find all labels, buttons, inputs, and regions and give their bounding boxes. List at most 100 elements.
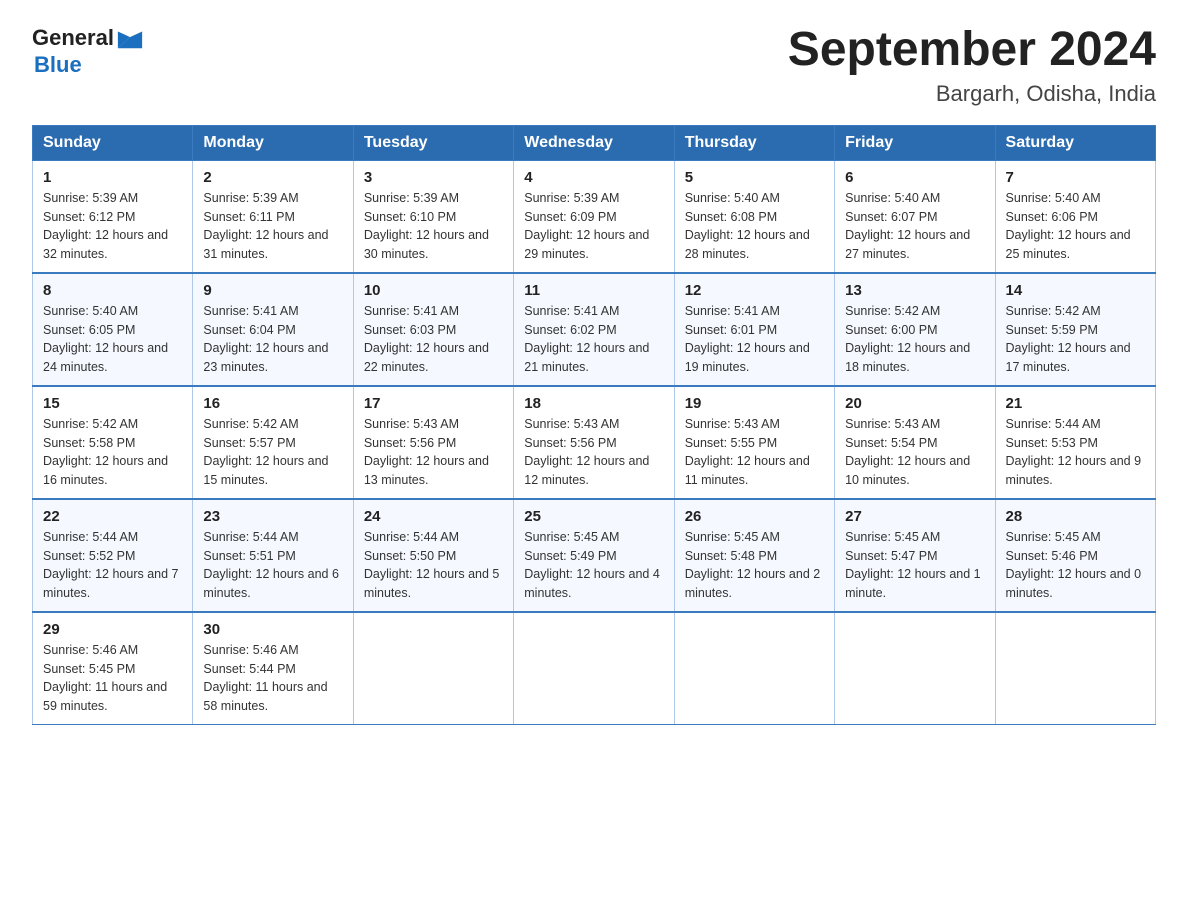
day-info: Sunrise: 5:39 AMSunset: 6:10 PMDaylight:… <box>364 189 503 264</box>
day-cell: 17 Sunrise: 5:43 AMSunset: 5:56 PMDaylig… <box>353 386 513 499</box>
day-cell: 24 Sunrise: 5:44 AMSunset: 5:50 PMDaylig… <box>353 499 513 612</box>
day-number: 27 <box>845 508 984 525</box>
logo-blue-text: Blue <box>34 52 82 77</box>
day-cell: 5 Sunrise: 5:40 AMSunset: 6:08 PMDayligh… <box>674 160 834 273</box>
day-number: 26 <box>685 508 824 525</box>
day-info: Sunrise: 5:39 AMSunset: 6:09 PMDaylight:… <box>524 189 663 264</box>
calendar-subtitle: Bargarh, Odisha, India <box>788 81 1156 107</box>
day-number: 5 <box>685 169 824 186</box>
day-cell: 28 Sunrise: 5:45 AMSunset: 5:46 PMDaylig… <box>995 499 1155 612</box>
day-number: 23 <box>203 508 342 525</box>
day-number: 18 <box>524 395 663 412</box>
day-cell <box>674 612 834 725</box>
day-number: 20 <box>845 395 984 412</box>
day-info: Sunrise: 5:41 AMSunset: 6:02 PMDaylight:… <box>524 302 663 377</box>
day-number: 12 <box>685 282 824 299</box>
day-cell <box>514 612 674 725</box>
day-cell: 16 Sunrise: 5:42 AMSunset: 5:57 PMDaylig… <box>193 386 353 499</box>
day-number: 3 <box>364 169 503 186</box>
day-cell: 7 Sunrise: 5:40 AMSunset: 6:06 PMDayligh… <box>995 160 1155 273</box>
day-cell: 19 Sunrise: 5:43 AMSunset: 5:55 PMDaylig… <box>674 386 834 499</box>
logo: General Blue <box>32 24 144 78</box>
day-info: Sunrise: 5:43 AMSunset: 5:56 PMDaylight:… <box>364 415 503 490</box>
day-cell: 23 Sunrise: 5:44 AMSunset: 5:51 PMDaylig… <box>193 499 353 612</box>
day-number: 9 <box>203 282 342 299</box>
day-number: 2 <box>203 169 342 186</box>
day-info: Sunrise: 5:40 AMSunset: 6:06 PMDaylight:… <box>1006 189 1145 264</box>
day-number: 6 <box>845 169 984 186</box>
calendar-table: Sunday Monday Tuesday Wednesday Thursday… <box>32 125 1156 725</box>
day-info: Sunrise: 5:44 AMSunset: 5:52 PMDaylight:… <box>43 528 182 603</box>
logo-general-text: General <box>32 25 114 51</box>
day-info: Sunrise: 5:41 AMSunset: 6:01 PMDaylight:… <box>685 302 824 377</box>
day-info: Sunrise: 5:44 AMSunset: 5:53 PMDaylight:… <box>1006 415 1145 490</box>
day-info: Sunrise: 5:42 AMSunset: 5:57 PMDaylight:… <box>203 415 342 490</box>
day-cell: 18 Sunrise: 5:43 AMSunset: 5:56 PMDaylig… <box>514 386 674 499</box>
day-number: 17 <box>364 395 503 412</box>
day-cell: 13 Sunrise: 5:42 AMSunset: 6:00 PMDaylig… <box>835 273 995 386</box>
day-cell: 20 Sunrise: 5:43 AMSunset: 5:54 PMDaylig… <box>835 386 995 499</box>
day-number: 7 <box>1006 169 1145 186</box>
day-number: 21 <box>1006 395 1145 412</box>
col-sunday: Sunday <box>33 125 193 160</box>
day-cell: 21 Sunrise: 5:44 AMSunset: 5:53 PMDaylig… <box>995 386 1155 499</box>
day-info: Sunrise: 5:45 AMSunset: 5:46 PMDaylight:… <box>1006 528 1145 603</box>
day-number: 16 <box>203 395 342 412</box>
col-tuesday: Tuesday <box>353 125 513 160</box>
week-row-1: 1 Sunrise: 5:39 AMSunset: 6:12 PMDayligh… <box>33 160 1156 273</box>
day-number: 22 <box>43 508 182 525</box>
day-cell: 6 Sunrise: 5:40 AMSunset: 6:07 PMDayligh… <box>835 160 995 273</box>
day-number: 8 <box>43 282 182 299</box>
day-info: Sunrise: 5:39 AMSunset: 6:11 PMDaylight:… <box>203 189 342 264</box>
calendar-title: September 2024 <box>788 24 1156 77</box>
day-cell: 25 Sunrise: 5:45 AMSunset: 5:49 PMDaylig… <box>514 499 674 612</box>
day-cell: 15 Sunrise: 5:42 AMSunset: 5:58 PMDaylig… <box>33 386 193 499</box>
day-cell: 26 Sunrise: 5:45 AMSunset: 5:48 PMDaylig… <box>674 499 834 612</box>
col-friday: Friday <box>835 125 995 160</box>
day-cell: 1 Sunrise: 5:39 AMSunset: 6:12 PMDayligh… <box>33 160 193 273</box>
day-number: 19 <box>685 395 824 412</box>
day-info: Sunrise: 5:40 AMSunset: 6:07 PMDaylight:… <box>845 189 984 264</box>
day-number: 13 <box>845 282 984 299</box>
day-info: Sunrise: 5:41 AMSunset: 6:03 PMDaylight:… <box>364 302 503 377</box>
day-cell: 3 Sunrise: 5:39 AMSunset: 6:10 PMDayligh… <box>353 160 513 273</box>
week-row-4: 22 Sunrise: 5:44 AMSunset: 5:52 PMDaylig… <box>33 499 1156 612</box>
day-number: 1 <box>43 169 182 186</box>
week-row-5: 29 Sunrise: 5:46 AMSunset: 5:45 PMDaylig… <box>33 612 1156 725</box>
day-cell: 8 Sunrise: 5:40 AMSunset: 6:05 PMDayligh… <box>33 273 193 386</box>
day-number: 25 <box>524 508 663 525</box>
day-info: Sunrise: 5:46 AMSunset: 5:44 PMDaylight:… <box>203 641 342 716</box>
day-info: Sunrise: 5:43 AMSunset: 5:56 PMDaylight:… <box>524 415 663 490</box>
day-info: Sunrise: 5:43 AMSunset: 5:55 PMDaylight:… <box>685 415 824 490</box>
day-cell: 11 Sunrise: 5:41 AMSunset: 6:02 PMDaylig… <box>514 273 674 386</box>
day-number: 4 <box>524 169 663 186</box>
day-info: Sunrise: 5:41 AMSunset: 6:04 PMDaylight:… <box>203 302 342 377</box>
day-number: 30 <box>203 621 342 638</box>
day-number: 29 <box>43 621 182 638</box>
col-saturday: Saturday <box>995 125 1155 160</box>
day-cell: 14 Sunrise: 5:42 AMSunset: 5:59 PMDaylig… <box>995 273 1155 386</box>
weekday-header-row: Sunday Monday Tuesday Wednesday Thursday… <box>33 125 1156 160</box>
day-cell: 10 Sunrise: 5:41 AMSunset: 6:03 PMDaylig… <box>353 273 513 386</box>
day-info: Sunrise: 5:40 AMSunset: 6:05 PMDaylight:… <box>43 302 182 377</box>
day-info: Sunrise: 5:44 AMSunset: 5:51 PMDaylight:… <box>203 528 342 603</box>
day-cell: 30 Sunrise: 5:46 AMSunset: 5:44 PMDaylig… <box>193 612 353 725</box>
day-cell: 22 Sunrise: 5:44 AMSunset: 5:52 PMDaylig… <box>33 499 193 612</box>
day-number: 11 <box>524 282 663 299</box>
day-info: Sunrise: 5:46 AMSunset: 5:45 PMDaylight:… <box>43 641 182 716</box>
day-info: Sunrise: 5:42 AMSunset: 5:59 PMDaylight:… <box>1006 302 1145 377</box>
title-block: September 2024 Bargarh, Odisha, India <box>788 24 1156 107</box>
day-number: 24 <box>364 508 503 525</box>
day-info: Sunrise: 5:39 AMSunset: 6:12 PMDaylight:… <box>43 189 182 264</box>
day-info: Sunrise: 5:43 AMSunset: 5:54 PMDaylight:… <box>845 415 984 490</box>
day-cell: 4 Sunrise: 5:39 AMSunset: 6:09 PMDayligh… <box>514 160 674 273</box>
day-cell: 29 Sunrise: 5:46 AMSunset: 5:45 PMDaylig… <box>33 612 193 725</box>
col-wednesday: Wednesday <box>514 125 674 160</box>
day-cell <box>835 612 995 725</box>
week-row-2: 8 Sunrise: 5:40 AMSunset: 6:05 PMDayligh… <box>33 273 1156 386</box>
col-thursday: Thursday <box>674 125 834 160</box>
col-monday: Monday <box>193 125 353 160</box>
day-number: 28 <box>1006 508 1145 525</box>
week-row-3: 15 Sunrise: 5:42 AMSunset: 5:58 PMDaylig… <box>33 386 1156 499</box>
day-cell: 2 Sunrise: 5:39 AMSunset: 6:11 PMDayligh… <box>193 160 353 273</box>
